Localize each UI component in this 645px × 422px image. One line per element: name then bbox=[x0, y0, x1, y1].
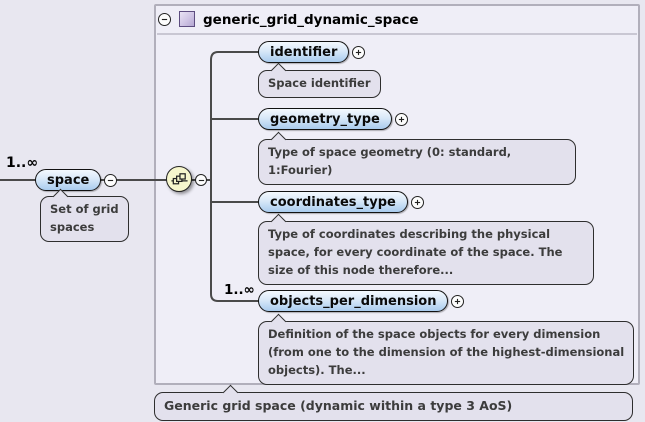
annotation-geometry-type: Type of space geometry (0: standard, 1:F… bbox=[258, 139, 576, 185]
collapse-icon[interactable] bbox=[104, 174, 117, 187]
sequence-compositor-icon[interactable] bbox=[166, 166, 192, 192]
root-element-title: generic_grid_dynamic_space bbox=[203, 12, 419, 28]
header-separator bbox=[157, 33, 637, 35]
node-coordinates-type[interactable]: coordinates_type bbox=[258, 191, 408, 213]
annotation-objects-per-dimension: Definition of the space objects for ever… bbox=[258, 321, 634, 385]
node-space[interactable]: space bbox=[35, 169, 101, 191]
expand-icon[interactable] bbox=[395, 113, 408, 126]
annotation-space: Set of grid spaces bbox=[40, 196, 129, 242]
annotation-identifier: Space identifier bbox=[258, 70, 381, 98]
expand-icon[interactable] bbox=[451, 295, 464, 308]
annotation-root: Generic grid space (dynamic within a typ… bbox=[154, 392, 633, 421]
cardinality-label: 1..∞ bbox=[6, 155, 38, 171]
cardinality-label: 1..∞ bbox=[224, 282, 255, 298]
node-geometry-type[interactable]: geometry_type bbox=[258, 108, 392, 130]
node-identifier[interactable]: identifier bbox=[258, 41, 349, 63]
collapse-icon[interactable] bbox=[158, 13, 171, 26]
schema-diagram: generic_grid_dynamic_space 1..∞ space Se… bbox=[0, 0, 645, 422]
expand-icon[interactable] bbox=[411, 196, 424, 209]
expand-icon[interactable] bbox=[352, 46, 365, 59]
node-objects-per-dimension[interactable]: objects_per_dimension bbox=[258, 290, 448, 312]
annotation-coordinates-type: Type of coordinates describing the physi… bbox=[258, 221, 594, 285]
collapse-icon[interactable] bbox=[195, 174, 207, 186]
element-icon bbox=[179, 11, 195, 27]
